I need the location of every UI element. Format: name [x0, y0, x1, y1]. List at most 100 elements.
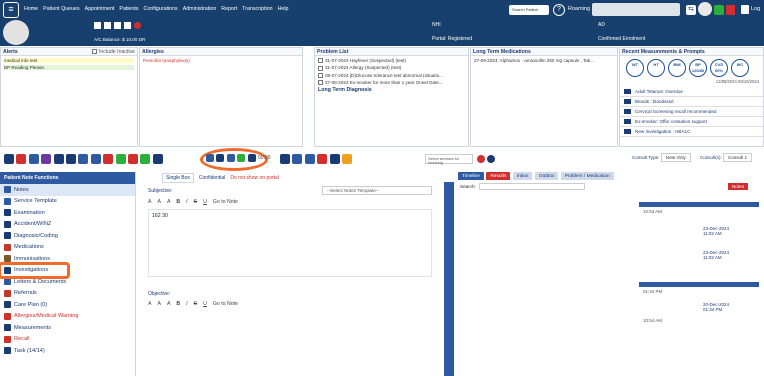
user-avatar[interactable] — [698, 2, 712, 16]
bank-icon[interactable] — [304, 154, 315, 164]
italic-button[interactable]: I — [186, 199, 187, 205]
font-select[interactable]: A — [148, 301, 151, 307]
text-color-button[interactable]: A — [167, 301, 170, 307]
forward-icon[interactable] — [4, 154, 14, 164]
sidebar-item-task[interactable]: Task (14/14) — [0, 345, 135, 357]
flag-icon[interactable] — [103, 154, 114, 164]
sidebar-item-referrals[interactable]: Referrals — [0, 288, 135, 300]
person-icon[interactable] — [216, 154, 225, 162]
alert-item[interactable]: BP Reading Please. — [4, 65, 134, 70]
problem-item[interactable]: 09-07-2024 [D]Glucose tolerance test abn… — [318, 73, 465, 78]
lab-icon[interactable] — [226, 154, 235, 162]
underline-button[interactable]: U — [203, 199, 207, 205]
subjective-textarea[interactable]: 162 30 — [148, 209, 432, 277]
strike-button[interactable]: S — [194, 199, 197, 205]
entry-date[interactable]: 23-Dec-2024 11:02 AM — [639, 216, 759, 236]
sidebar-item-allergies[interactable]: Allergies/Medical Warning — [0, 311, 135, 323]
font-select[interactable]: A — [148, 199, 151, 205]
calendar-icon[interactable] — [292, 154, 303, 164]
document-icon[interactable] — [124, 22, 131, 29]
hl-icon[interactable] — [329, 154, 340, 164]
timer-icon[interactable] — [127, 154, 138, 164]
prompt-item[interactable]: Cervical Screening recall recommended — [620, 107, 763, 117]
allergy-item[interactable]: Penicillin (anaphylaxis) — [143, 58, 299, 63]
wc-measurement[interactable]: WC — [731, 59, 749, 77]
tab-confidential[interactable]: Confidential — [199, 175, 225, 181]
edit-icon[interactable] — [94, 22, 101, 29]
nav-help[interactable]: Help — [278, 6, 289, 12]
bold-button[interactable]: B — [176, 199, 180, 205]
go-to-note-button[interactable]: Go to Note — [213, 301, 238, 307]
strike-button[interactable]: S — [194, 301, 197, 307]
roaming-icon[interactable]: ? — [553, 4, 565, 16]
text-color-button[interactable]: A — [167, 199, 170, 205]
sidebar-item-diagnosis[interactable]: Diagnosis/Coding — [0, 230, 135, 242]
nav-appointment[interactable]: Appointment — [85, 6, 115, 12]
sidebar-item-notes[interactable]: Notes — [0, 184, 135, 196]
tab-single-box[interactable]: Single Box — [162, 173, 194, 183]
entry-date[interactable]: 23-Dec-2024 11:02 AM — [639, 236, 759, 260]
nav-report[interactable]: Report — [221, 6, 237, 12]
sidebar-item-care-plan[interactable]: Care Plan (0) — [0, 299, 135, 311]
sidebar-item-medications[interactable]: Medications — [0, 242, 135, 254]
tab-problem-medication[interactable]: Problem / Medication — [560, 172, 614, 180]
clipboard-icon[interactable] — [741, 5, 749, 14]
pen-icon[interactable] — [90, 154, 101, 164]
nav-configurations[interactable]: Configurations — [144, 6, 178, 12]
nav-home[interactable]: Home — [24, 6, 38, 12]
grid-icon[interactable] — [115, 154, 126, 164]
sidebar-item-accident[interactable]: Accident/WINZ — [0, 219, 135, 231]
chart-icon[interactable] — [41, 154, 52, 164]
bell-icon[interactable] — [114, 22, 121, 29]
bp-measurement[interactable]: BP 120/80 — [689, 59, 707, 77]
tab-inbox[interactable]: Inbox — [512, 172, 533, 180]
delete-icon[interactable] — [16, 154, 27, 164]
prompt-item[interactable]: Bloods : bloodsssd — [620, 97, 763, 107]
cvd-measurement[interactable]: CVD 60% — [710, 59, 728, 77]
consult-select[interactable]: Consult 1 — [723, 153, 753, 162]
wt-measurement[interactable]: WT — [626, 59, 644, 77]
consult-type-select[interactable]: Note Only — [660, 153, 691, 162]
bmi-measurement[interactable]: BMI — [668, 59, 686, 77]
prompt-item[interactable]: Ex-smoker: Offer cessation support — [620, 117, 763, 127]
service-select[interactable]: Select services for invoicing — [425, 154, 473, 165]
font-size-select[interactable]: A — [157, 199, 160, 205]
patient-search-input[interactable]: Search Patient — [509, 5, 549, 15]
logout-link[interactable]: Log — [751, 6, 760, 12]
problem-item[interactable]: 31-07-2024 Allergy (Suspected) (test) — [318, 65, 465, 71]
sidebar-item-service-template[interactable]: Service Template — [0, 196, 135, 208]
problem-item[interactable]: 31-07-2024 Hayfever (Suspected) (test) — [318, 58, 465, 64]
keyboard-icon[interactable] — [78, 154, 89, 164]
font-size-select[interactable]: A — [157, 301, 160, 307]
tab-results[interactable]: Results — [486, 172, 511, 180]
underline-button[interactable]: U — [203, 301, 207, 307]
play-icon[interactable] — [280, 154, 290, 164]
alarm-icon[interactable] — [726, 5, 735, 15]
sidebar-item-measurements[interactable]: Measurements — [0, 322, 135, 334]
document-icon[interactable] — [237, 154, 246, 162]
ecg-icon[interactable] — [65, 154, 76, 164]
health-icon[interactable] — [317, 154, 328, 164]
people-icon[interactable] — [104, 22, 111, 29]
bag-icon[interactable] — [247, 154, 256, 162]
swap-icon[interactable]: ⇆ — [686, 5, 696, 15]
no-entry-icon[interactable] — [477, 155, 485, 163]
referral-icon[interactable] — [206, 154, 214, 162]
prompt-item[interactable]: Adult Tetanus: Overdue — [620, 87, 763, 97]
nav-patient-queues[interactable]: Patient Queues — [43, 6, 80, 12]
prompt-item[interactable]: New Investigation : HBA1C — [620, 127, 763, 137]
go-to-note-button[interactable]: Go to Note — [213, 199, 238, 205]
sidebar-item-examination[interactable]: Examination — [0, 207, 135, 219]
message-icon[interactable] — [714, 5, 724, 15]
tab-outbox[interactable]: Outbox — [534, 172, 559, 180]
star-icon[interactable] — [341, 154, 352, 164]
sidebar-item-investigations[interactable]: Investigations — [0, 261, 135, 279]
menu-icon[interactable]: ≡ — [3, 2, 19, 18]
phone-icon[interactable] — [152, 154, 163, 164]
italic-button[interactable]: I — [186, 301, 187, 307]
nav-patients[interactable]: Patients — [119, 6, 138, 12]
leaf-icon[interactable] — [140, 154, 151, 164]
timeline-search-input[interactable] — [478, 183, 585, 190]
arrow-icon[interactable] — [487, 155, 495, 163]
ht-measurement[interactable]: HT — [647, 59, 665, 77]
